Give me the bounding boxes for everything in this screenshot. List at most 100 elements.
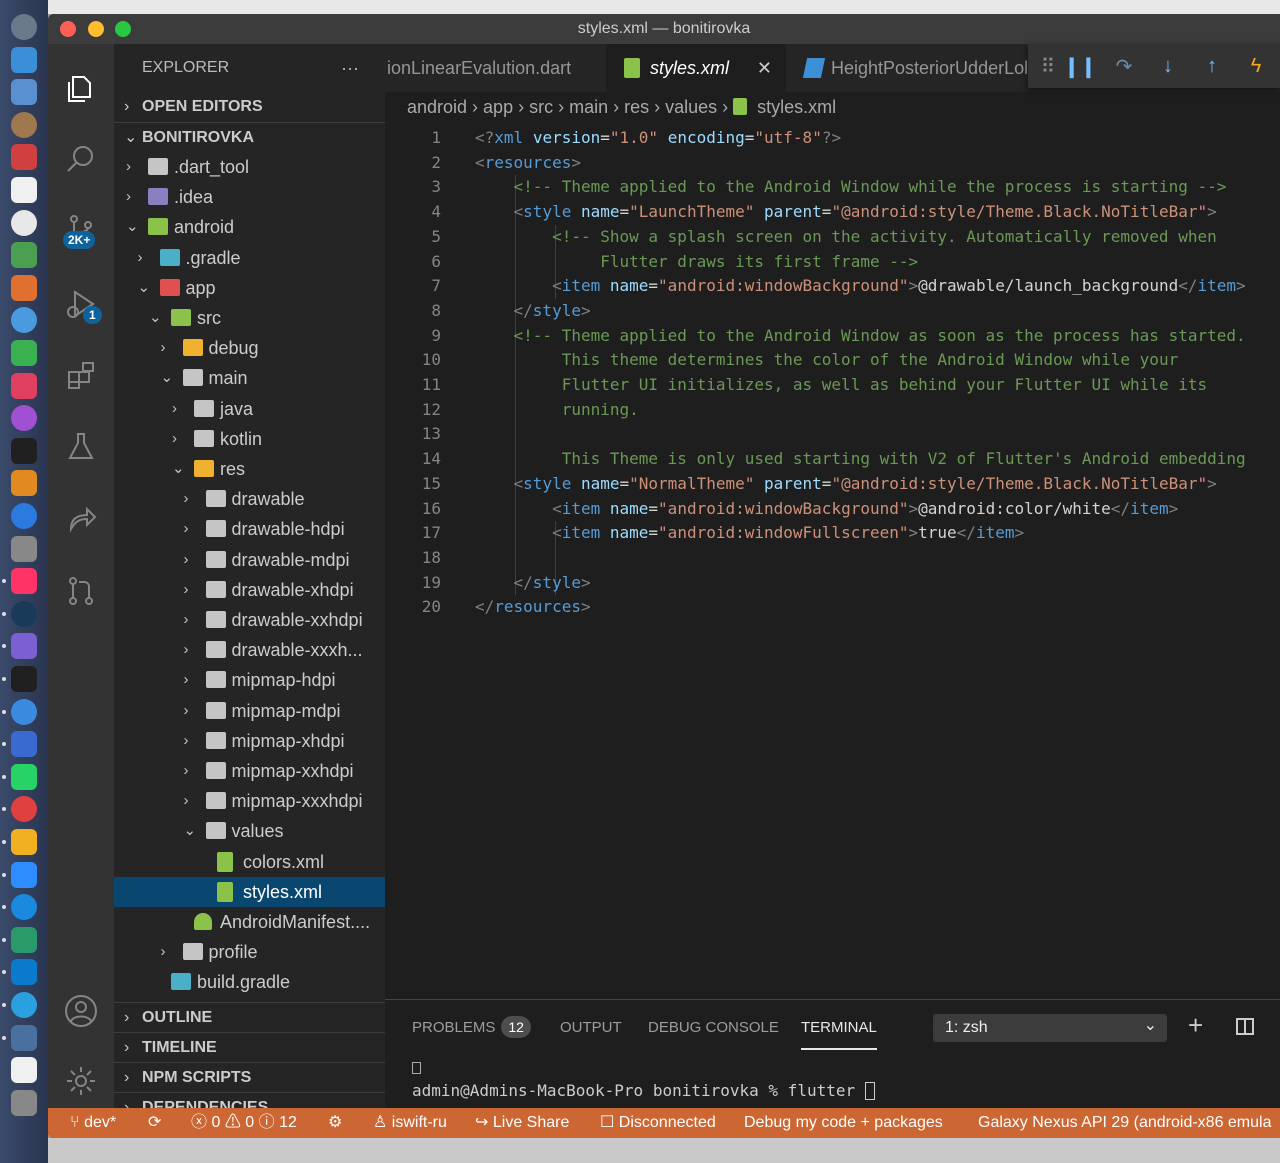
folder-item[interactable]: › java bbox=[114, 394, 385, 424]
whatsapp-icon[interactable] bbox=[11, 763, 37, 790]
split-terminal-icon[interactable] bbox=[1236, 1018, 1254, 1035]
folder-item[interactable]: › debug bbox=[114, 333, 385, 363]
folder-item[interactable]: › mipmap-xxxhdpi bbox=[114, 786, 385, 816]
folder-item[interactable]: › drawable bbox=[114, 484, 385, 514]
folder-item[interactable]: ⌄ src bbox=[114, 303, 385, 333]
chevron-right-icon[interactable]: › bbox=[184, 665, 189, 695]
folder-item[interactable]: ⌄ main bbox=[114, 363, 385, 393]
breadcrumb-item[interactable]: app bbox=[483, 97, 513, 117]
file-item[interactable]: build.gradle bbox=[114, 967, 385, 997]
folder-item[interactable]: › profile bbox=[114, 937, 385, 967]
activity-monitor-icon[interactable] bbox=[11, 600, 37, 627]
section-open-editors[interactable]: › OPEN EDITORS bbox=[114, 92, 385, 122]
step-into-icon[interactable]: ↓ bbox=[1154, 52, 1182, 80]
viber-icon[interactable] bbox=[11, 633, 37, 660]
breadcrumb-item[interactable]: styles.xml bbox=[757, 97, 836, 117]
app-icon[interactable] bbox=[11, 796, 37, 823]
tab-dart-file[interactable]: ionLinearEvalution.dart bbox=[385, 44, 605, 92]
textedit-icon[interactable] bbox=[11, 177, 37, 203]
run-debug-icon[interactable]: 1 bbox=[61, 284, 102, 324]
debug-mode-item[interactable]: Debug my code + packages bbox=[744, 1108, 943, 1138]
maps-icon[interactable] bbox=[11, 242, 37, 269]
folder-item[interactable]: ⌄ res bbox=[114, 454, 385, 484]
chevron-down-icon[interactable]: ⌄ bbox=[138, 273, 151, 303]
folder-item[interactable]: › drawable-xxhdpi bbox=[114, 605, 385, 635]
debug-status-icon[interactable]: ⚙ bbox=[328, 1108, 342, 1138]
tv-icon[interactable] bbox=[11, 437, 37, 464]
live-share-icon[interactable] bbox=[61, 499, 101, 539]
tab-output[interactable]: OUTPUT bbox=[560, 1000, 622, 1050]
chevron-right-icon[interactable]: › bbox=[184, 605, 189, 635]
new-terminal-plus-icon[interactable]: + bbox=[1188, 1010, 1203, 1041]
browser-icon[interactable] bbox=[11, 698, 37, 725]
folder-item[interactable]: › drawable-mdpi bbox=[114, 545, 385, 575]
accounts-icon[interactable] bbox=[61, 991, 101, 1031]
calendar-icon[interactable] bbox=[11, 144, 37, 171]
chevron-down-icon[interactable]: ⌄ bbox=[172, 454, 185, 484]
app-icon[interactable] bbox=[11, 926, 37, 953]
problems-item[interactable]: ⓧ 0 ⚠ 0 ⓘ 12 bbox=[191, 1108, 297, 1138]
device-item[interactable]: Galaxy Nexus API 29 (android-x86 emula bbox=[978, 1108, 1271, 1138]
zoom-window-button[interactable] bbox=[115, 21, 131, 37]
pull-requests-icon[interactable] bbox=[61, 571, 101, 611]
folder-item[interactable]: › .gradle bbox=[114, 243, 385, 273]
close-tab-icon[interactable]: ✕ bbox=[757, 44, 772, 92]
breadcrumb-item[interactable]: android bbox=[407, 97, 467, 117]
chevron-down-icon[interactable]: ⌄ bbox=[126, 212, 139, 242]
folder-item[interactable]: ⌄ app bbox=[114, 273, 385, 303]
step-out-icon[interactable]: ↑ bbox=[1198, 52, 1226, 80]
breadcrumb-item[interactable]: res bbox=[624, 97, 649, 117]
tab-debug-console[interactable]: DEBUG CONSOLE bbox=[648, 1000, 779, 1050]
extensions-icon[interactable] bbox=[61, 356, 101, 396]
folder-item[interactable]: › mipmap-mdpi bbox=[114, 696, 385, 726]
chevron-right-icon[interactable]: › bbox=[184, 756, 189, 786]
folder-item[interactable]: › .dart_tool bbox=[114, 152, 385, 182]
minimize-window-button[interactable] bbox=[88, 21, 104, 37]
books-icon[interactable] bbox=[11, 470, 37, 497]
connection-item[interactable]: ☐ Disconnected bbox=[600, 1108, 716, 1138]
chevron-down-icon[interactable]: ⌄ bbox=[149, 303, 162, 333]
file-item[interactable]: colors.xml bbox=[114, 847, 385, 877]
chevron-right-icon[interactable]: › bbox=[161, 937, 166, 967]
git-branch-item[interactable]: ⑂ dev* bbox=[70, 1108, 116, 1138]
breadcrumb-item[interactable]: src bbox=[529, 97, 553, 117]
tab-problems[interactable]: PROBLEMS 12 bbox=[412, 1000, 531, 1050]
folder-item[interactable]: › drawable-xxxh... bbox=[114, 635, 385, 665]
xd-icon[interactable] bbox=[11, 568, 37, 595]
chevron-right-icon[interactable]: › bbox=[184, 635, 189, 665]
chevron-right-icon[interactable]: › bbox=[161, 333, 166, 363]
launchpad-icon[interactable] bbox=[11, 14, 37, 40]
chevron-right-icon[interactable]: › bbox=[126, 182, 131, 212]
file-item[interactable]: styles.xml bbox=[114, 876, 385, 907]
chevron-right-icon[interactable]: › bbox=[184, 484, 189, 514]
vscode-icon[interactable] bbox=[11, 959, 37, 986]
live-share-item[interactable]: ↪ Live Share bbox=[475, 1108, 569, 1138]
terminal-select[interactable]: 1: zsh ⌄ bbox=[933, 1014, 1167, 1042]
code-editor[interactable]: 1 2 3 4 5 6 7 8 9 10 11 12 13 14 15 16 17 18 19 20 <?xml ver… bbox=[385, 122, 1280, 992]
telegram-icon[interactable] bbox=[11, 992, 37, 1018]
pause-icon[interactable]: ❙❙ bbox=[1063, 52, 1097, 80]
breadcrumb-item[interactable]: values bbox=[665, 97, 717, 117]
music-icon[interactable] bbox=[11, 372, 37, 399]
folder-item[interactable]: › .idea bbox=[114, 182, 385, 212]
facetime-icon[interactable] bbox=[11, 340, 37, 366]
terminal-icon[interactable] bbox=[11, 666, 37, 692]
chevron-right-icon[interactable]: › bbox=[184, 726, 189, 756]
editor-icon[interactable] bbox=[11, 731, 37, 758]
reminders-icon[interactable] bbox=[11, 209, 37, 236]
preview-icon[interactable] bbox=[11, 79, 37, 106]
file-item[interactable]: AndroidManifest.... bbox=[114, 907, 385, 937]
folder-item[interactable]: › kotlin bbox=[114, 424, 385, 454]
notes-icon[interactable] bbox=[11, 111, 37, 138]
section-project[interactable]: ⌄ BONITIROVKA bbox=[114, 122, 385, 152]
chevron-right-icon[interactable]: › bbox=[126, 152, 131, 182]
chevron-right-icon[interactable]: › bbox=[184, 514, 189, 544]
chevron-down-icon[interactable]: ⌄ bbox=[184, 816, 197, 846]
trash-icon[interactable] bbox=[11, 1089, 37, 1116]
chevron-right-icon[interactable]: › bbox=[184, 545, 189, 575]
folder-item[interactable]: ⌄ android bbox=[114, 212, 385, 242]
sync-icon[interactable]: ⟳ bbox=[148, 1108, 161, 1138]
source-control-icon[interactable]: 2K+ bbox=[61, 209, 101, 249]
section-outline[interactable]: › OUTLINE bbox=[114, 1002, 385, 1032]
tab-terminal[interactable]: TERMINAL bbox=[801, 1000, 877, 1050]
